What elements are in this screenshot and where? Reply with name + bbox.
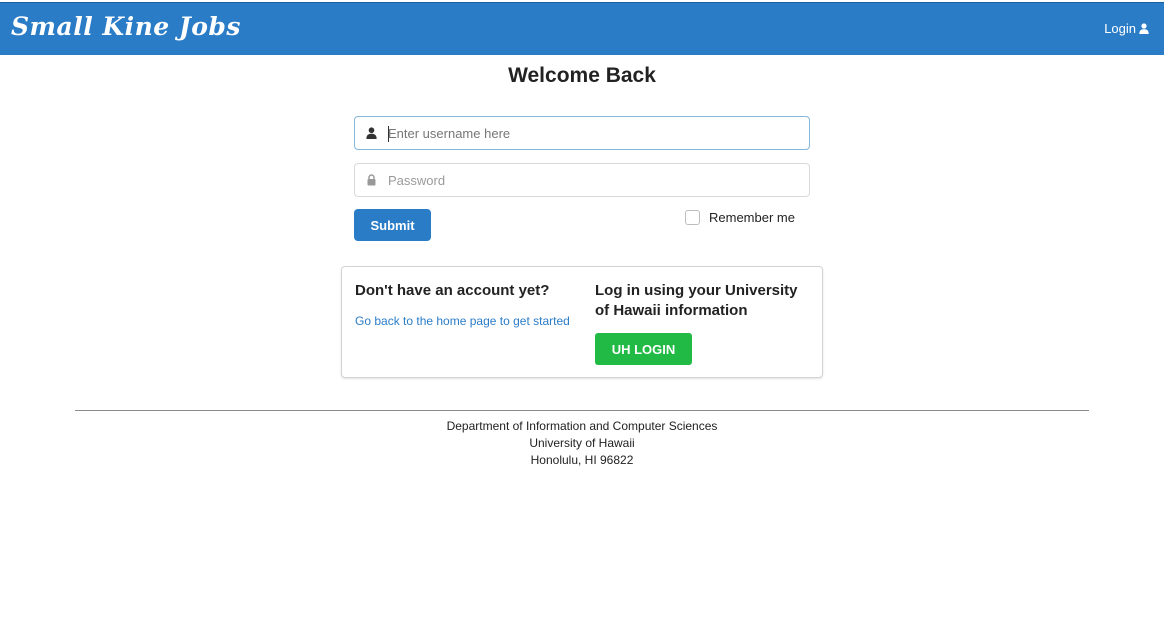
- footer-university: University of Hawaii: [529, 436, 635, 450]
- home-page-link[interactable]: Go back to the home page to get started: [355, 313, 570, 330]
- submit-button[interactable]: Submit: [354, 209, 431, 241]
- signup-section: Don't have an account yet? Go back to th…: [355, 281, 570, 330]
- login-link[interactable]: Login: [1104, 21, 1149, 36]
- remember-me-checkbox[interactable]: [685, 210, 700, 225]
- uh-login-section: Log in using your University of Hawaii i…: [595, 281, 815, 365]
- password-field[interactable]: [354, 163, 810, 197]
- username-field[interactable]: [354, 116, 810, 150]
- user-icon: [1139, 23, 1149, 34]
- uh-login-button[interactable]: UH LOGIN: [595, 333, 692, 365]
- remember-me[interactable]: Remember me: [685, 210, 795, 225]
- footer-department: Department of Information and Computer S…: [446, 419, 718, 433]
- uh-login-heading: Log in using your University of Hawaii i…: [595, 282, 798, 319]
- page-title: Welcome Back: [508, 64, 656, 87]
- remember-me-label: Remember me: [709, 210, 795, 225]
- lock-icon: [355, 174, 388, 186]
- footer-divider: [75, 410, 1089, 411]
- user-icon: [355, 127, 388, 139]
- password-input[interactable]: [388, 165, 809, 195]
- username-input[interactable]: [388, 118, 809, 148]
- footer: Department of Information and Computer S…: [0, 418, 1164, 469]
- brand-logo[interactable]: Small Kine Jobs: [11, 12, 241, 41]
- signup-heading: Don't have an account yet?: [355, 282, 550, 299]
- login-options-card: Don't have an account yet? Go back to th…: [341, 266, 823, 378]
- text-caret: [388, 126, 389, 142]
- login-label: Login: [1104, 21, 1136, 36]
- footer-address: Honolulu, HI 96822: [530, 453, 634, 467]
- navbar: Small Kine Jobs Login: [0, 2, 1164, 55]
